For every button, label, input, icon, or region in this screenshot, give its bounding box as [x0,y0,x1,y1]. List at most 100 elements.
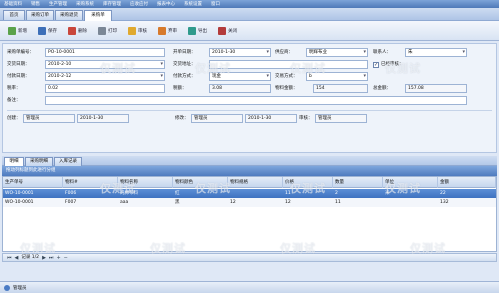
close-icon [218,26,226,35]
tax-amount-field: 3.08 [209,84,271,93]
unaudit-icon [158,26,166,35]
col-header-quantity[interactable]: 数量 [333,177,383,188]
table-cell: aaa [120,200,129,205]
contact-select[interactable]: 朱 [405,48,467,57]
table-cell: 132 [440,200,449,205]
modifier-label: 修改： [175,116,189,121]
audit-icon [128,26,136,35]
export-button[interactable]: 导出 [184,24,211,38]
print-button[interactable]: 打印 [94,24,121,38]
audit-button[interactable]: 审核 [124,24,151,38]
order-date-picker[interactable]: 2010-1-30 [209,48,271,57]
table-cell: F007 [65,200,77,205]
remove-record-icon[interactable]: − [64,254,68,262]
table-cell: 纯棉布料 [120,191,138,196]
pay-method-select[interactable]: 现金 [209,72,271,81]
order-no-field[interactable]: PO-10-0001 [45,48,165,57]
tab-stock-in-records[interactable]: 入库记录 [54,157,82,166]
order-no-label: 采购单编号： [7,50,34,55]
table-cell: 2 [335,191,338,196]
order-date-label: 开单日期： [173,50,196,55]
tax-rate-field[interactable]: 0.02 [45,84,165,93]
table-cell: 11 [285,191,291,196]
col-header-material-spec[interactable]: 物料规格 [228,177,283,188]
tab-purchase-bill[interactable]: 采购单 [84,10,112,21]
delivery-date-picker[interactable]: 2010-2-10 [45,60,165,69]
col-header-work-order[interactable]: 生产单号 [3,177,63,188]
table-cell: 11 [335,200,341,205]
menu-item[interactable]: 销售 [31,1,40,7]
tab-purchase-details[interactable]: 采购明细 [25,157,53,166]
remark-field[interactable] [45,96,467,105]
tab-details[interactable]: 明细 [4,157,24,166]
record-position: 记录 1/2 [21,254,40,260]
add-record-icon[interactable]: + [56,254,60,262]
menu-item[interactable]: 应收应付 [130,1,148,7]
toolbar: 新增 保存 删除 打印 审核 弃审 导出 关闭 [0,21,499,41]
table-row[interactable]: WO-10-0001 F006 纯棉布料 红 11 2 米 22 [3,189,496,198]
save-button[interactable]: 保存 [34,24,61,38]
creator-label: 创建： [7,116,21,121]
col-header-material-no[interactable]: 物料# [63,177,118,188]
trade-method-label: 交易方式： [275,74,298,79]
unaudit-button[interactable]: 弃审 [154,24,181,38]
delivery-address-field[interactable] [209,60,368,69]
order-header-form: 采购单编号： PO-10-0001 开单日期： 2010-1-30 供应商： 明… [2,43,497,153]
modify-date-field: 2010-1-30 [245,114,297,123]
contact-label: 联系人： [373,50,391,55]
first-record-icon[interactable]: ⏮ [7,254,12,262]
current-user: 管理员 [13,285,27,291]
tab-home[interactable]: 首页 [3,10,25,20]
auditor-field: 管理员 [315,114,367,123]
pay-date-label: 付款日期： [7,74,30,79]
col-header-amount[interactable]: 金额 [438,177,496,188]
table-cell [228,189,283,198]
last-record-icon[interactable]: ⏭ [49,254,54,262]
next-record-icon[interactable]: ▶ [42,254,46,262]
pay-date-picker[interactable]: 2010-2-12 [45,72,165,81]
menu-item[interactable]: 库存管理 [103,1,121,7]
delete-icon [68,26,76,35]
add-icon [8,26,16,35]
new-button[interactable]: 新增 [4,24,31,38]
save-icon [38,26,46,35]
menu-bar: 基础资料 销售 生产管理 采购系统 库存管理 应收应付 报表中心 系统设置 窗口 [0,0,499,8]
table-cell: 12 [285,200,291,205]
material-amount-field: 154 [313,84,368,93]
col-header-unit[interactable]: 单位 [383,177,438,188]
trade-method-select[interactable]: b [306,72,368,81]
total-amount-label: 总金额： [373,86,391,91]
prev-record-icon[interactable]: ◀ [15,254,19,262]
supplier-select[interactable]: 明辉布业 [306,48,368,57]
menu-item[interactable]: 系统设置 [184,1,202,7]
creator-field: 管理员 [23,114,75,123]
close-button[interactable]: 关闭 [214,24,241,38]
table-cell [383,198,438,207]
col-header-material-name[interactable]: 物料名称 [118,177,173,188]
table-cell: 12 [230,200,236,205]
menu-item[interactable]: 采购系统 [76,1,94,7]
supplier-label: 供应商： [275,50,293,55]
col-header-price[interactable]: 价格 [283,177,333,188]
col-header-material-color[interactable]: 物料颜色 [173,177,228,188]
create-date-field: 2010-1-30 [77,114,129,123]
table-row[interactable]: WO-10-0001 F007 aaa 黑 12 12 11 132 [3,198,496,207]
tab-purchase-order[interactable]: 采购订单 [26,10,54,20]
table-cell: 22 [440,191,446,196]
tax-amount-label: 税额： [173,86,187,91]
tab-purchase-return[interactable]: 采购退货 [55,10,83,20]
table-cell: WO-10-0001 [5,200,34,205]
audited-checkbox[interactable]: ✓ [373,62,379,68]
menu-item[interactable]: 窗口 [211,1,220,7]
status-bar: 管理员 [0,281,499,293]
audited-label: 已经审核： [381,62,404,67]
total-amount-field: 157.08 [405,84,467,93]
printer-icon [98,26,106,35]
delete-button[interactable]: 删除 [64,24,91,38]
material-amount-label: 物料金额： [275,86,298,91]
menu-item[interactable]: 基础资料 [4,1,22,7]
menu-item[interactable]: 生产管理 [49,1,67,7]
group-by-hint[interactable]: 拖动列标题到此进行分组 [2,166,497,176]
table-cell: 红 [175,191,180,196]
menu-item[interactable]: 报表中心 [157,1,175,7]
